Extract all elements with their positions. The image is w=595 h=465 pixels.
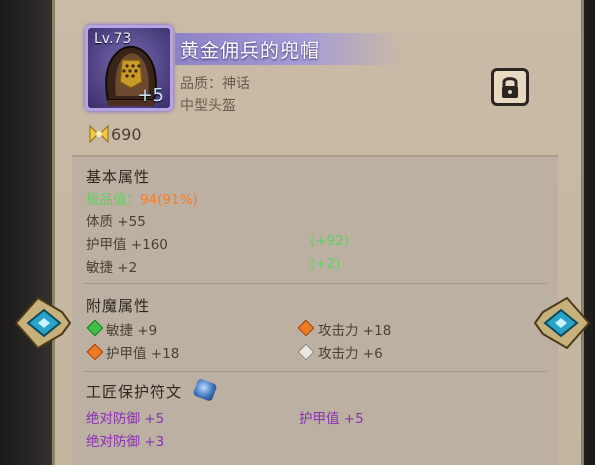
- stat-row-agility: 敏捷 +2: [86, 260, 138, 276]
- section-title-basic: 基本属性: [86, 168, 151, 186]
- stat-bonus-agility: (+2): [310, 256, 341, 272]
- rune-left-0: 绝对防御 +5: [86, 411, 165, 427]
- power-value: 690: [111, 125, 142, 144]
- enchant-right-0: 攻击力 +18: [318, 323, 392, 339]
- stat-bonus-armor: (+92): [310, 233, 350, 249]
- stat-row-constitution: 体质 +55: [86, 214, 146, 230]
- divider: [84, 371, 547, 372]
- item-upgrade-level: +5: [137, 85, 164, 106]
- lock-button[interactable]: [491, 68, 529, 106]
- rune-left-1: 绝对防御 +3: [86, 434, 165, 450]
- stat-value: 94(91%): [140, 192, 198, 208]
- enchant-right-1: 攻击力 +6: [318, 346, 383, 362]
- lock-icon: [502, 77, 518, 98]
- stat-row-armor: 护甲值 +160: [86, 237, 168, 253]
- left-background: [0, 0, 60, 465]
- stat-label: 极品值：: [86, 192, 140, 208]
- stat-row-quality: 极品值：94(91%): [86, 188, 198, 208]
- item-quality: 品质：神话: [180, 76, 250, 92]
- left-frame-ornament: [14, 296, 72, 350]
- divider: [84, 283, 547, 284]
- enchant-left-0: 敏捷 +9: [106, 323, 158, 339]
- power-icon: [89, 124, 109, 144]
- rune-right-0: 护甲值 +5: [299, 411, 364, 427]
- section-title-runes: 工匠保护符文: [86, 383, 183, 401]
- item-name: 黄金佣兵的兜帽: [180, 40, 321, 62]
- item-icon-frame: Lv.73 +5: [85, 25, 173, 111]
- right-frame-ornament: [533, 296, 591, 350]
- enchant-left-1: 护甲值 +18: [106, 346, 180, 362]
- item-type: 中型头盔: [180, 98, 236, 114]
- section-title-enchant: 附魔属性: [86, 297, 151, 315]
